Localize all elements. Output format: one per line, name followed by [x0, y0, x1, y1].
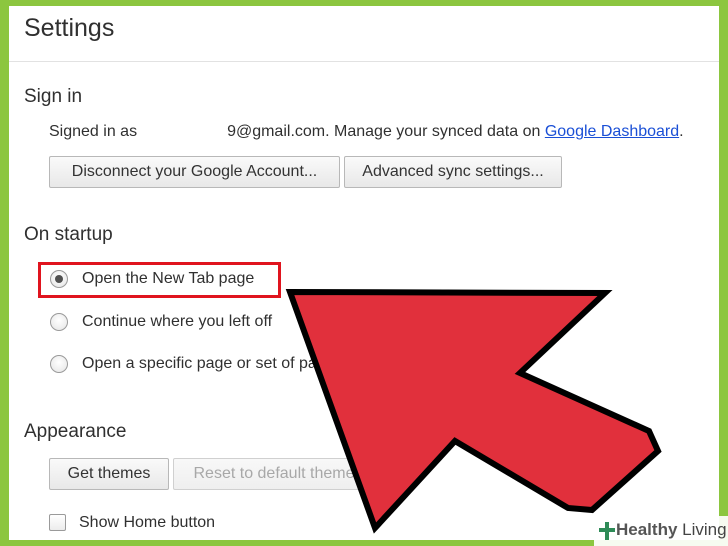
pointer-arrow-icon [285, 288, 662, 534]
watermark-brand-rest: Living [677, 520, 727, 539]
cross-logo-icon [599, 522, 615, 540]
watermark-text: Healthy Living [616, 520, 727, 540]
watermark-badge: Healthy Living [594, 516, 728, 546]
watermark-brand-bold: Healthy [616, 520, 678, 539]
